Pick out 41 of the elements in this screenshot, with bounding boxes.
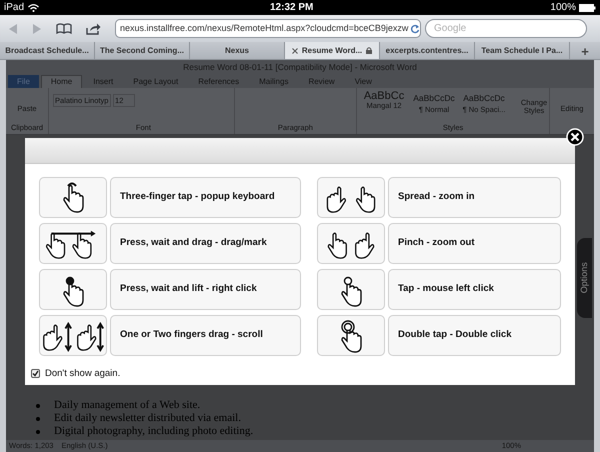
bullet-item: Daily management of a Web site. bbox=[36, 399, 594, 412]
window-title: Resume Word 08-01-11 [Compatibility Mode] - Microsoft Word bbox=[183, 60, 417, 74]
browser-tab[interactable]: Team Schedule I Pa... bbox=[475, 42, 570, 59]
device-name: iPad bbox=[4, 1, 24, 15]
browser-tab[interactable]: excerpts.contentres... bbox=[380, 42, 475, 59]
wifi-icon bbox=[28, 4, 40, 12]
gesture-description: Tap - mouse left click bbox=[388, 269, 561, 310]
gesture-description: Spread - zoom in bbox=[388, 177, 561, 218]
gesture-description: One or Two fingers drag - scroll bbox=[110, 315, 301, 356]
search-field[interactable]: Google bbox=[425, 19, 587, 38]
browser-tab[interactable]: Resume Word... bbox=[285, 42, 380, 59]
checkbox[interactable] bbox=[31, 369, 40, 378]
reload-icon[interactable] bbox=[410, 24, 420, 34]
bullet-item: Digital photography, including photo editing. bbox=[36, 425, 594, 438]
address-field[interactable]: nexus.installfree.com/nexus/RemoteHtml.aspx?cloudcmd=bceCB9jexzw bbox=[115, 19, 421, 38]
gesture-description: Press, wait and drag - drag/mark bbox=[110, 223, 301, 264]
ribbon-tab[interactable]: Home bbox=[40, 75, 82, 88]
ribbon-tab[interactable]: References bbox=[189, 75, 248, 88]
lock-icon bbox=[366, 47, 372, 54]
battery-percent: 100% bbox=[550, 1, 576, 15]
bookmarks-icon[interactable] bbox=[56, 23, 72, 34]
browser-tab[interactable]: The Second Coming... bbox=[95, 42, 190, 59]
browser-tab[interactable]: Nexus bbox=[190, 42, 285, 59]
ribbon-tab[interactable]: Review bbox=[299, 75, 344, 88]
gesture-description: Press, wait and lift - right click bbox=[110, 269, 301, 310]
battery-icon bbox=[579, 4, 596, 12]
options-tab[interactable]: Options bbox=[577, 238, 592, 318]
ribbon-tab[interactable]: Insert bbox=[84, 75, 122, 88]
gesture-description: Three-finger tap - popup keyboard bbox=[110, 177, 301, 218]
ribbon-tab[interactable]: Page Layout bbox=[124, 75, 188, 88]
bullet-item: Edit daily newsletter distributed via email. bbox=[36, 412, 594, 425]
ribbon-tab[interactable]: View bbox=[346, 75, 381, 88]
checkbox-label: Don't show again. bbox=[45, 366, 120, 381]
browser-tab[interactable]: Broadcast Schedule... bbox=[0, 42, 95, 59]
ribbon-tab[interactable]: File bbox=[8, 75, 39, 88]
ribbon-tab[interactable]: Mailings bbox=[250, 75, 298, 88]
clock: 12:32 PM bbox=[270, 1, 314, 15]
gesture-description: Double tap - Double click bbox=[388, 315, 561, 356]
share-icon[interactable] bbox=[86, 22, 101, 34]
gesture-description: Pinch - zoom out bbox=[388, 223, 561, 264]
new-tab-button[interactable]: + bbox=[570, 42, 600, 59]
